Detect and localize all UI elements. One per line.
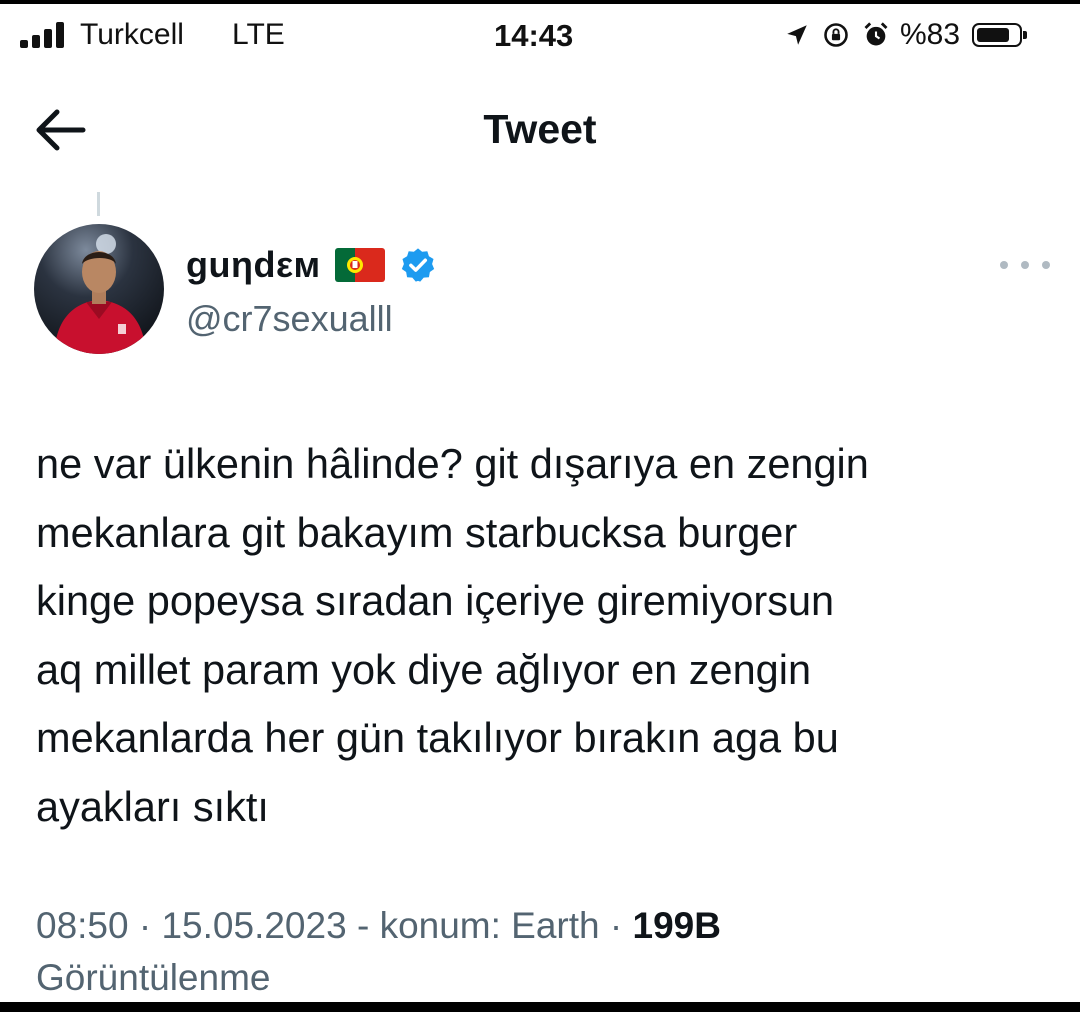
- avatar[interactable]: [34, 224, 164, 354]
- more-dot-icon: [1021, 261, 1029, 269]
- battery-icon: [972, 23, 1028, 47]
- thread-connector-line: [97, 192, 100, 216]
- signal-strength-icon: [20, 22, 68, 48]
- meta-separator: ·: [609, 905, 633, 946]
- tweet-text-line: aq millet param yok diye ağlıyor en zeng…: [36, 645, 812, 693]
- tweet-time: 08:50: [36, 905, 129, 946]
- tweet-text: ne var ülkenin hâlinde? git dışarıya en …: [36, 430, 1036, 841]
- tweet-header: Tweet: [0, 84, 1080, 174]
- network-type: LTE: [232, 18, 285, 51]
- more-dot-icon: [1042, 261, 1050, 269]
- meta-separator: ·: [138, 905, 162, 946]
- tweet-date: 15.05.2023: [161, 905, 347, 946]
- author-name[interactable]: guηdεм: [186, 244, 321, 286]
- portugal-flag-icon: [334, 248, 385, 282]
- tweet-text-line: kinge popeysa sıradan içeriye giremiyors…: [36, 577, 835, 624]
- lock-rotation-icon: [824, 23, 848, 47]
- author-handle[interactable]: @cr7sexualll: [186, 298, 393, 340]
- more-options-button[interactable]: [1000, 250, 1050, 280]
- tweet-text-line: ayakları sıktı: [36, 782, 269, 830]
- screen: Turkcell LTE 14:43 %83 Tweet guηdεм @cr7…: [0, 4, 1080, 1002]
- status-bar: Turkcell LTE 14:43 %83: [0, 4, 1080, 70]
- battery-percentage: %83: [900, 18, 961, 51]
- tweet-text-line: ne var ülkenin hâlinde? git dışarıya en …: [36, 440, 869, 487]
- bottom-border: [0, 1002, 1080, 1012]
- views-count[interactable]: 199B: [633, 905, 721, 946]
- tweet-text-line: mekanlara git bakayım starbucksa burger: [36, 508, 798, 556]
- tweet-location: konum: Earth: [379, 905, 600, 946]
- meta-separator: -: [356, 905, 380, 946]
- verified-badge-icon: [401, 248, 434, 282]
- carrier-name: Turkcell: [80, 18, 184, 51]
- alarm-icon: [864, 22, 888, 46]
- more-dot-icon: [1000, 261, 1008, 269]
- views-label[interactable]: Görüntülenme: [36, 957, 270, 998]
- author-name-row: guηdεм: [186, 244, 437, 286]
- avatar-image: [34, 224, 164, 354]
- page-title: Tweet: [483, 106, 597, 152]
- status-icons: %83: [784, 18, 1028, 52]
- tweet-meta: 08:50 · 15.05.2023 - konum: Earth · 199B…: [36, 900, 1046, 1002]
- location-arrow-icon: [787, 25, 807, 45]
- tweet-text-line: mekanlarda her gün takılıyor bırakın aga…: [36, 714, 839, 761]
- status-time: 14:43: [494, 18, 574, 53]
- battery-level-fill: [977, 28, 1010, 42]
